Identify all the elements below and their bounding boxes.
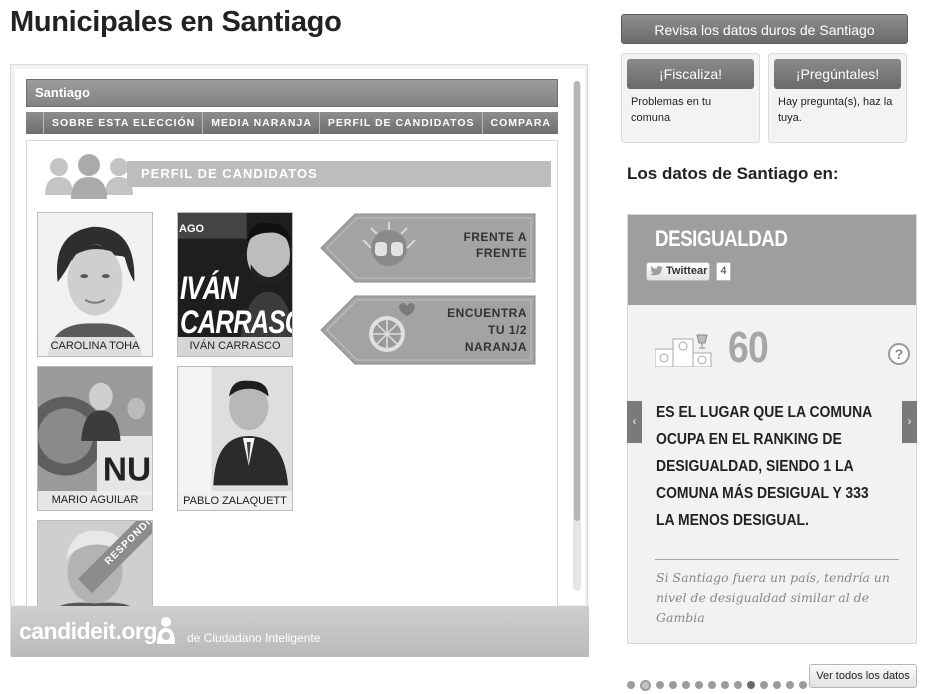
ver-todos-button[interactable]: Ver todos los datos xyxy=(809,664,917,688)
widget-footer: candideit.org de Ciudadano Inteligente xyxy=(11,606,589,657)
datos-duros-button[interactable]: Revisa los datos duros de Santiago xyxy=(621,14,908,44)
twitter-bird-icon xyxy=(650,266,663,276)
desigualdad-panel: DESIGUALDAD Twittear 4 60 ? ES EL LUGAR … xyxy=(627,214,917,644)
pager-dot[interactable] xyxy=(773,681,781,689)
pager-dot[interactable] xyxy=(627,681,635,689)
pager-dot[interactable] xyxy=(682,681,690,689)
naranja-line3: NARANJA xyxy=(464,340,527,354)
profile-header: PERFIL DE CANDIDATOS xyxy=(43,153,551,201)
tweet-count: 4 xyxy=(716,262,731,281)
datos-heading: Los datos de Santiago en: xyxy=(627,164,839,183)
page-title: Municipales en Santiago xyxy=(10,6,342,38)
panel-divider xyxy=(655,559,899,560)
pager-dot[interactable] xyxy=(721,681,729,689)
candidate-card-partial[interactable]: RESPONDIDO xyxy=(37,520,153,610)
preguntales-text: Hay pregunta(s), haz la tuya. xyxy=(778,96,893,124)
pager-dot[interactable] xyxy=(747,681,755,689)
nav-perfil-candidatos[interactable]: PERFIL DE CANDIDATOS xyxy=(318,112,482,134)
nav-media-naranja[interactable]: MEDIA NARANJA xyxy=(202,112,319,134)
help-icon[interactable]: ? xyxy=(888,343,910,365)
ranking-number: 60 xyxy=(728,323,769,372)
prev-arrow[interactable]: ‹ xyxy=(627,401,642,443)
pager-dot[interactable] xyxy=(734,681,742,689)
candidate-photo: NU xyxy=(38,367,152,510)
candidate-card-pablo-zalaquett[interactable]: PABLO ZALAQUETT xyxy=(177,366,293,511)
candidate-name: IVÁN CARRASCO xyxy=(178,337,292,356)
widget-content: PERFIL DE CANDIDATOS CAROLINA TOHA AGO I… xyxy=(26,140,558,610)
preguntales-card: ¡Pregúntales! Hay pregunta(s), haz la tu… xyxy=(768,53,907,143)
frente-a-frente-label: FRENTE A FRENTE xyxy=(437,229,527,261)
naranja-line2: TU 1/2 xyxy=(487,323,527,337)
carousel-pager xyxy=(627,679,812,691)
candidate-photo xyxy=(38,213,152,356)
candidate-name: PABLO ZALAQUETT xyxy=(178,491,292,510)
poster-corner-text: AGO xyxy=(179,223,205,235)
candidate-widget: Santiago SOBRE ESTA ELECCIÓN MEDIA NARAN… xyxy=(10,64,589,657)
profile-section-title: PERFIL DE CANDIDATOS xyxy=(127,161,551,187)
ciudadano-inteligente-icon xyxy=(157,617,175,644)
pager-dot[interactable] xyxy=(669,681,677,689)
candidate-card-carolina-toha[interactable]: CAROLINA TOHA xyxy=(37,212,153,357)
fiscaliza-text: Problemas en tu comuna xyxy=(631,96,712,124)
panel-title: DESIGUALDAD xyxy=(655,226,788,251)
candidate-photo xyxy=(178,367,292,510)
poster-text: IVÁN CARRASCO xyxy=(180,270,292,340)
pager-dot[interactable] xyxy=(708,681,716,689)
pager-dot[interactable] xyxy=(786,681,794,689)
candidate-card-mario-aguilar[interactable]: NU MARIO AGUILAR xyxy=(37,366,153,511)
frente-line2: FRENTE xyxy=(476,246,527,260)
next-arrow[interactable]: › xyxy=(902,401,917,443)
candidate-card-ivan-carrasco[interactable]: AGO IVÁN CARRASCO IVÁN CARRASCO xyxy=(177,212,293,357)
pager-dot[interactable] xyxy=(640,679,651,691)
widget-scrollbar[interactable] xyxy=(573,81,581,591)
candidate-name: CAROLINA TOHA xyxy=(38,337,152,356)
pager-dot[interactable] xyxy=(760,681,768,689)
nav-compara[interactable]: COMPARA xyxy=(481,112,558,134)
widget-scroll-thumb[interactable] xyxy=(574,81,580,521)
encuentra-media-naranja-label: ENCUENTRA TU 1/2 NARANJA xyxy=(427,305,527,356)
podium-icon xyxy=(655,334,712,367)
ranking-description: ES EL LUGAR QUE LA COMUNA OCUPA EN EL RA… xyxy=(656,404,872,529)
panel-header: DESIGUALDAD Twittear 4 xyxy=(628,215,916,305)
pager-dot[interactable] xyxy=(799,681,807,689)
frente-line1: FRENTE A xyxy=(463,230,527,244)
preguntales-button[interactable]: ¡Pregúntales! xyxy=(774,59,901,89)
fiscaliza-card: ¡Fiscaliza! Problemas en tu comuna xyxy=(621,53,760,143)
ciudadano-inteligente-text: de Ciudadano Inteligente xyxy=(187,631,321,645)
nav-sobre-eleccion[interactable]: SOBRE ESTA ELECCIÓN xyxy=(42,112,202,134)
widget-titlebar: Santiago xyxy=(26,79,558,107)
fiscaliza-button[interactable]: ¡Fiscaliza! xyxy=(627,59,754,89)
pager-dot[interactable] xyxy=(656,681,664,689)
twittear-button[interactable]: Twittear xyxy=(646,262,710,281)
svg-text:NU: NU xyxy=(103,451,151,488)
panel-note: Si Santiago fuera un país, tendría un ni… xyxy=(656,570,890,625)
twittear-label: Twittear xyxy=(666,265,708,277)
pager-dot[interactable] xyxy=(695,681,703,689)
people-icon xyxy=(45,154,133,199)
candideit-logo[interactable]: candideit.org xyxy=(19,618,157,645)
naranja-line1: ENCUENTRA xyxy=(447,306,527,320)
candidate-name: MARIO AGUILAR xyxy=(38,491,152,510)
widget-frame: Santiago SOBRE ESTA ELECCIÓN MEDIA NARAN… xyxy=(15,69,585,610)
widget-nav: SOBRE ESTA ELECCIÓN MEDIA NARANJA PERFIL… xyxy=(26,112,558,134)
